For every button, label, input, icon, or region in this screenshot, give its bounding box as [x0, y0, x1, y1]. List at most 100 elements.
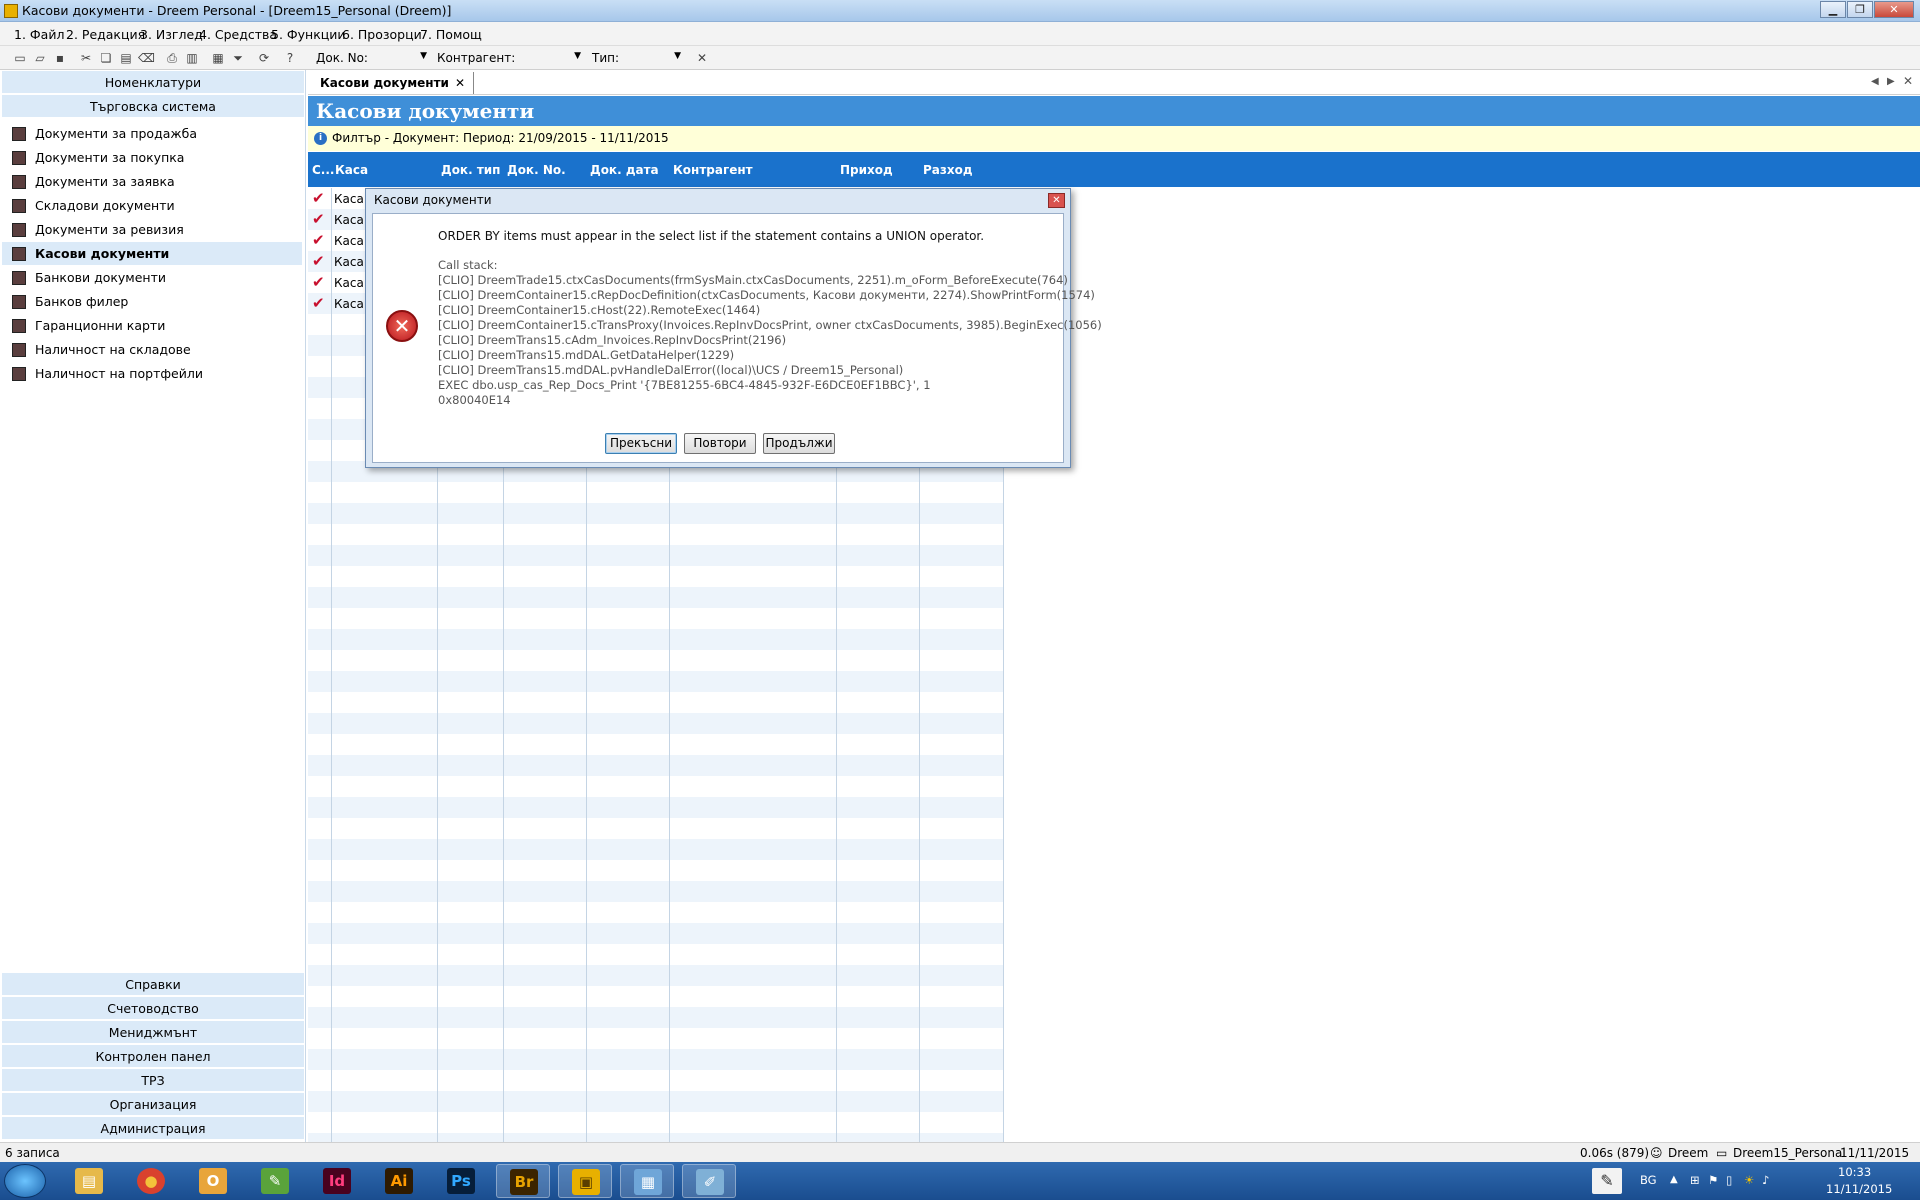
- sidebar-group-nomenclatures[interactable]: Номенклатури: [2, 71, 304, 94]
- sidebar-item-warranty-cards[interactable]: Гаранционни карти: [2, 314, 302, 337]
- language-indicator[interactable]: BG: [1640, 1173, 1657, 1187]
- column-header-doc-no[interactable]: Док. No.: [507, 163, 566, 177]
- sidebar-group-management[interactable]: Мениджмънт: [2, 1021, 304, 1044]
- filter-icon[interactable]: ⏷: [230, 50, 246, 66]
- tab-next-icon[interactable]: ▶: [1887, 76, 1895, 87]
- sidebar-item-sales-docs[interactable]: Документи за продажба: [2, 122, 302, 145]
- weather-icon[interactable]: ☀: [1744, 1173, 1754, 1187]
- taskbar-app-chrome[interactable]: ●: [124, 1164, 178, 1198]
- flag-icon[interactable]: ⚑: [1708, 1173, 1718, 1187]
- tab-prev-icon[interactable]: ◀: [1871, 76, 1879, 87]
- cut-icon[interactable]: ✂: [78, 50, 94, 66]
- sidebar-item-order-docs[interactable]: Документи за заявка: [2, 170, 302, 193]
- sidebar-item-bank-docs[interactable]: Банкови документи: [2, 266, 302, 289]
- type-combo[interactable]: ▼: [622, 49, 684, 67]
- close-all-icon[interactable]: ✕: [1903, 74, 1913, 88]
- menu-view[interactable]: 3. Изглед: [140, 27, 203, 42]
- tab-close-icon[interactable]: ✕: [455, 76, 465, 90]
- help-icon[interactable]: ?: [282, 50, 298, 66]
- copy-icon[interactable]: ❏: [98, 50, 114, 66]
- info-icon: i: [314, 132, 327, 145]
- taskbar-app-illustrator[interactable]: Ai: [372, 1164, 426, 1198]
- filter-text: Филтър - Документ: Период: 21/09/2015 - …: [332, 131, 669, 145]
- sidebar-group-reports[interactable]: Справки: [2, 973, 304, 996]
- illustrator-icon: Ai: [385, 1168, 413, 1194]
- check-icon: ✔: [312, 210, 325, 228]
- chevron-down-icon: ▼: [420, 51, 427, 61]
- sidebar-item-cash-docs[interactable]: Касови документи: [2, 242, 302, 265]
- control-panel-icon: ▦: [634, 1169, 662, 1195]
- user-icon: ☺: [1650, 1146, 1663, 1160]
- restore-button[interactable]: ❐: [1847, 1, 1873, 18]
- call-stack-line: [CLIO] DreemTrade15.ctxCasDocuments(frmS…: [438, 273, 1068, 287]
- sidebar-group-trade-system[interactable]: Търговска система: [2, 95, 304, 118]
- sidebar-group-payroll[interactable]: ТРЗ: [2, 1069, 304, 1092]
- sidebar-group-accounting[interactable]: Счетоводство: [2, 997, 304, 1020]
- menu-functions[interactable]: 5. Функции: [271, 27, 346, 42]
- sidebar-item-warehouse-stock[interactable]: Наличност на складове: [2, 338, 302, 361]
- tab-cash-docs[interactable]: Касови документи ✕: [312, 72, 475, 94]
- dialog-close-button[interactable]: ✕: [1048, 193, 1065, 208]
- menu-tools[interactable]: 4. Средства: [199, 27, 277, 42]
- print-icon[interactable]: ⎙: [164, 50, 180, 66]
- cashbox-cell: Каса: [334, 234, 364, 248]
- handwriting-icon[interactable]: ✎: [1592, 1168, 1622, 1194]
- print-preview-icon[interactable]: ▥: [184, 50, 200, 66]
- volume-icon[interactable]: ♪: [1762, 1173, 1769, 1187]
- continue-button[interactable]: Продължи: [763, 433, 835, 454]
- column-header-status[interactable]: С...: [312, 163, 334, 177]
- taskbar-app-explorer[interactable]: ▤: [62, 1164, 116, 1198]
- menu-edit[interactable]: 2. Редакция: [66, 27, 145, 42]
- erase-icon[interactable]: ⌫: [138, 50, 155, 66]
- clock-date[interactable]: 11/11/2015: [1826, 1182, 1892, 1196]
- new-icon[interactable]: ▭: [12, 50, 28, 66]
- taskbar-app-outlook[interactable]: O: [186, 1164, 240, 1198]
- taskbar-app-dreem[interactable]: ▣: [558, 1164, 612, 1198]
- menu-windows[interactable]: 6. Прозорци: [342, 27, 422, 42]
- sidebar-item-bank-filer[interactable]: Банков филер: [2, 290, 302, 313]
- toolbar: ▭ ▱ ▪ ✂ ❏ ▤ ⌫ ⎙ ▥ ▦ ⏷ ⟳ ? Док. No: ▼ Кон…: [0, 46, 1920, 70]
- close-button[interactable]: ✕: [1874, 1, 1914, 18]
- doc-no-combo[interactable]: ▼: [368, 49, 430, 67]
- start-button[interactable]: [4, 1164, 46, 1198]
- taskbar-app-indesign[interactable]: Id: [310, 1164, 364, 1198]
- sidebar-item-purchase-docs[interactable]: Документи за покупка: [2, 146, 302, 169]
- open-icon[interactable]: ▱: [32, 50, 48, 66]
- battery-icon[interactable]: ▯: [1726, 1173, 1732, 1187]
- minimize-button[interactable]: ▁: [1820, 1, 1846, 18]
- taskbar-app-photoshop[interactable]: Ps: [434, 1164, 488, 1198]
- save-icon[interactable]: ▪: [52, 50, 68, 66]
- sidebar-item-revision-docs[interactable]: Документи за ревизия: [2, 218, 302, 241]
- sidebar-group-organization[interactable]: Организация: [2, 1093, 304, 1116]
- column-header-income[interactable]: Приход: [840, 163, 893, 177]
- contragent-combo[interactable]: ▼: [508, 49, 584, 67]
- show-hidden-icons[interactable]: ▲: [1670, 1174, 1678, 1185]
- windows-icon[interactable]: ⊞: [1690, 1173, 1700, 1187]
- taskbar-app-bridge[interactable]: Br: [496, 1164, 550, 1198]
- taskbar-app-paint[interactable]: ✐: [682, 1164, 736, 1198]
- column-header-expense[interactable]: Разход: [923, 163, 973, 177]
- column-header-contragent[interactable]: Контрагент: [673, 163, 753, 177]
- refresh-icon[interactable]: ⟳: [256, 50, 272, 66]
- call-stack-line: [CLIO] DreemTrans15.mdDAL.pvHandleDalErr…: [438, 363, 904, 377]
- sidebar-group-administration[interactable]: Администрация: [2, 1117, 304, 1140]
- column-header-doc-type[interactable]: Док. тип: [441, 163, 500, 177]
- taskbar-app-control-panel[interactable]: ▦: [620, 1164, 674, 1198]
- retry-button[interactable]: Повтори: [684, 433, 756, 454]
- column-header-cashbox[interactable]: Каса: [335, 163, 368, 177]
- menu-file[interactable]: 1. Файл: [14, 27, 64, 42]
- sidebar-item-label: Банкови документи: [35, 270, 167, 285]
- sidebar-item-wallet-stock[interactable]: Наличност на портфейли: [2, 362, 302, 385]
- abort-button[interactable]: Прекъсни: [605, 433, 677, 454]
- sidebar-item-label: Касови документи: [35, 246, 170, 261]
- menu-help[interactable]: 7. Помощ: [420, 27, 482, 42]
- clock-time[interactable]: 10:33: [1838, 1165, 1871, 1179]
- taskbar-app-corel[interactable]: ✎: [248, 1164, 302, 1198]
- column-header-doc-date[interactable]: Док. дата: [590, 163, 659, 177]
- clear-filter-icon[interactable]: ✕: [694, 50, 710, 66]
- sidebar-item-warehouse-docs[interactable]: Складови документи: [2, 194, 302, 217]
- paste-icon[interactable]: ▤: [118, 50, 134, 66]
- dialog-body: ✕ ORDER BY items must appear in the sele…: [372, 213, 1102, 463]
- sidebar-group-control-panel[interactable]: Контролен панел: [2, 1045, 304, 1068]
- layout-icon[interactable]: ▦: [210, 50, 226, 66]
